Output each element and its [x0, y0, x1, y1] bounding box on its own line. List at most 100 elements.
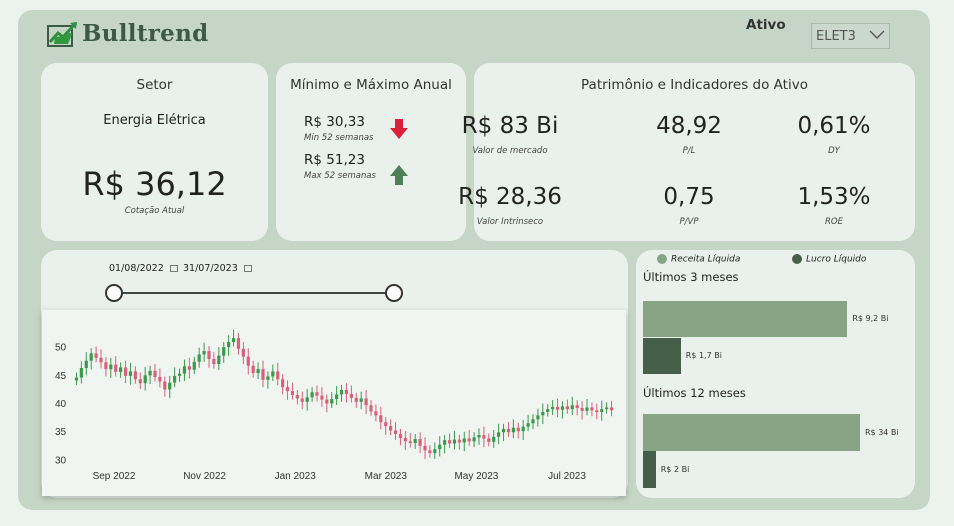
candle [158, 368, 162, 388]
candle [580, 401, 584, 420]
candlestick-chart: 30 35 40 45 50 Sep 2022 Nov 2022 Jan 2023 Mar 20… [55, 329, 614, 482]
candle [393, 422, 398, 440]
candle [276, 362, 280, 386]
candle [74, 372, 79, 385]
candle [433, 442, 437, 460]
setor-card: Setor Energia Elétrica R$ 36,12 Cotação … [41, 63, 268, 241]
candle [423, 437, 427, 460]
candle [354, 392, 358, 408]
x-tick-label: Sep 2022 [93, 471, 136, 482]
candle [389, 419, 393, 436]
candle [177, 368, 182, 382]
x-tick-label: May 2023 [454, 471, 498, 482]
candle [109, 357, 113, 378]
candle [295, 389, 299, 405]
candle [271, 364, 275, 381]
date-range-end-handle[interactable] [385, 284, 403, 302]
candle [565, 399, 569, 414]
candle [585, 399, 589, 416]
candle [310, 387, 314, 402]
candle [590, 402, 594, 417]
candle [119, 362, 123, 378]
candle [438, 436, 442, 457]
candle [246, 348, 250, 375]
revenue-card [636, 250, 915, 498]
x-tick-label: Jan 2023 [275, 471, 317, 482]
candle [236, 333, 241, 355]
kpi-pl-caption: P/L [682, 146, 696, 156]
date-range-start-handle[interactable] [105, 284, 123, 302]
candle [477, 428, 481, 445]
chevron-down-icon [869, 30, 885, 39]
min-caption: Min 52 semanas [304, 133, 374, 143]
y-tick-label: 40 [55, 399, 67, 410]
candle [447, 433, 452, 449]
logo: Bulltrend [46, 20, 226, 48]
candle [521, 419, 525, 440]
candle [374, 404, 378, 422]
candle [536, 408, 540, 427]
current-price-caption: Cotação Atual [124, 206, 185, 216]
candle [173, 367, 177, 388]
ativo-select[interactable]: ELET3 [811, 23, 890, 49]
candle [290, 382, 295, 400]
end-date-input[interactable]: 31/07/2023 [180, 261, 255, 277]
candle [531, 414, 535, 430]
candle [516, 422, 520, 439]
legend-dot [792, 254, 802, 264]
candle [452, 431, 457, 450]
candle [84, 352, 88, 376]
candle [281, 374, 285, 395]
candle [575, 400, 579, 416]
calendar-icon [243, 265, 252, 272]
candle [472, 432, 476, 448]
candle [570, 396, 574, 416]
candle [227, 335, 231, 356]
candle [222, 342, 226, 363]
candle [182, 359, 187, 381]
x-tick-label: Mar 2023 [365, 471, 408, 482]
candle [384, 417, 388, 435]
bar-value-label: R$ 1,7 Bi [685, 351, 722, 360]
candle [123, 360, 128, 384]
candle [128, 362, 133, 385]
setor-title: Setor [136, 77, 173, 93]
legend-item-revenue: Receita Líquida [657, 254, 740, 265]
candle [89, 348, 93, 370]
candle [600, 400, 604, 421]
candle [163, 376, 167, 397]
candle [403, 431, 407, 451]
arrow-down-icon [390, 119, 408, 139]
candle [153, 364, 157, 382]
candle [339, 384, 344, 402]
candle [300, 391, 304, 410]
candle [148, 365, 152, 385]
candle [187, 357, 191, 379]
revenue-bar [643, 301, 848, 337]
start-date-value: 01/08/2022 [109, 263, 164, 274]
date-range-slider-track[interactable] [114, 292, 394, 294]
candle [555, 398, 560, 418]
kpi-market-value: R$ 83 Bi [461, 113, 559, 139]
kpi-roe-caption: ROE [825, 217, 843, 227]
candle [325, 394, 329, 413]
bar-group-title: Últimos 3 meses [643, 270, 739, 284]
current-price: R$ 36,12 [82, 165, 227, 203]
min-value: R$ 30,33 [304, 114, 365, 130]
candle [462, 431, 466, 452]
indicators-title: Patrimônio e Indicadores do Ativo [581, 77, 808, 93]
kpi-pvp-caption: P/VP [679, 217, 699, 227]
candle [418, 432, 422, 454]
candle [104, 357, 108, 377]
legend-label: Receita Líquida [671, 254, 741, 265]
candle [443, 435, 447, 454]
candle [330, 392, 334, 409]
candle [285, 380, 290, 400]
kpi-intrinsic-value-caption: Valor Intrinseco [476, 217, 544, 227]
candle [94, 346, 98, 363]
start-date-input[interactable]: 01/08/2022 [106, 261, 181, 277]
y-tick-label: 30 [55, 455, 67, 466]
candle [138, 372, 142, 390]
candle [506, 422, 511, 437]
kpi-pl: 48,92 [656, 113, 722, 139]
